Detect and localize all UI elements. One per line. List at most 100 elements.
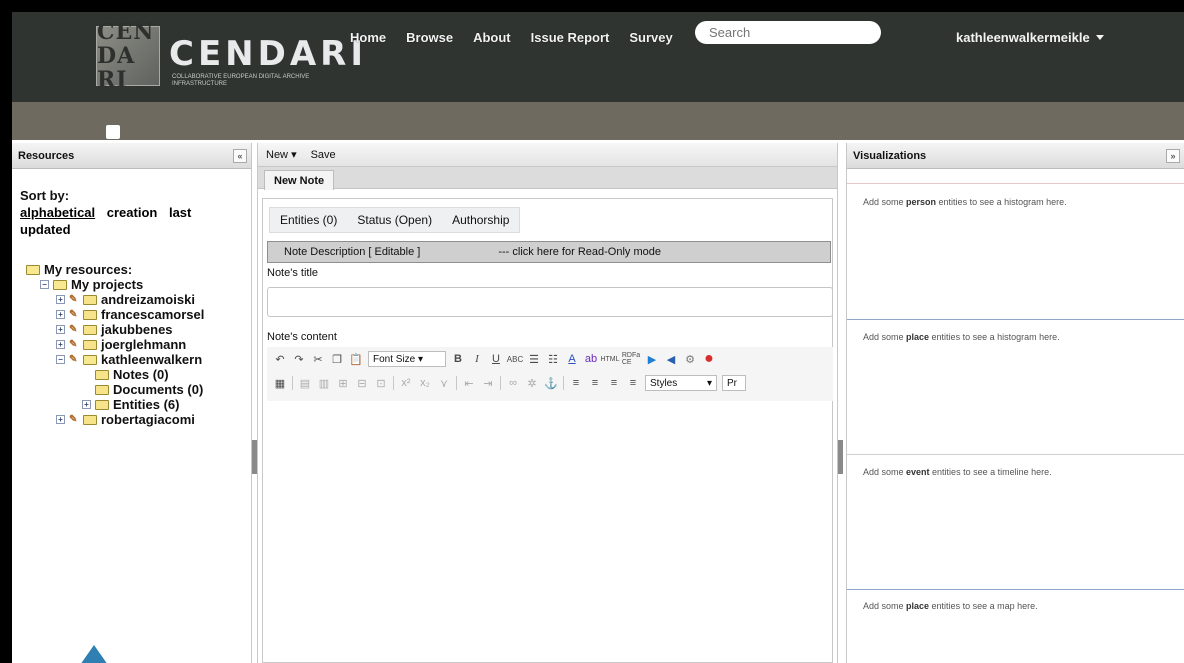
table-col-icon[interactable]: ▥ bbox=[317, 376, 331, 390]
note-title-input[interactable] bbox=[267, 287, 833, 317]
outdent-icon[interactable]: ⇤ bbox=[462, 376, 476, 390]
redo-icon[interactable]: ↷ bbox=[292, 352, 306, 366]
collapse-right-button[interactable]: » bbox=[1166, 148, 1180, 163]
expand-node-icon[interactable]: + bbox=[56, 295, 65, 304]
nav-about[interactable]: About bbox=[473, 30, 511, 45]
separator bbox=[292, 376, 293, 390]
anchor-icon[interactable]: ⚓ bbox=[544, 376, 558, 390]
paste-icon[interactable]: 📋 bbox=[349, 352, 363, 366]
tree-item[interactable]: + ✎ andreizamoiski bbox=[26, 292, 251, 307]
tab-authorship[interactable]: Authorship bbox=[442, 208, 519, 232]
visualizations-panel: Visualizations » Add some person entitie… bbox=[846, 143, 1184, 663]
expand-node-icon[interactable]: + bbox=[56, 310, 65, 319]
expand-node-icon[interactable]: + bbox=[82, 400, 91, 409]
tree-root[interactable]: My resources: bbox=[26, 262, 251, 277]
user-menu[interactable]: kathleenwalkermeikle bbox=[956, 30, 1104, 45]
rdfa-ce-icon[interactable]: RDFa CE bbox=[622, 352, 640, 366]
strikethrough-icon[interactable]: ABC bbox=[507, 352, 523, 366]
font-size-select[interactable]: Font Size ▾ bbox=[368, 351, 446, 367]
copy-icon[interactable]: ❐ bbox=[330, 352, 344, 366]
share-icon[interactable]: ◀ bbox=[664, 352, 678, 366]
nav-browse[interactable]: Browse bbox=[406, 30, 453, 45]
html-icon[interactable]: HTML bbox=[600, 352, 619, 366]
toggle-box[interactable] bbox=[106, 125, 120, 139]
triangle-icon bbox=[80, 645, 108, 663]
search-input[interactable] bbox=[695, 21, 881, 44]
unlink-icon[interactable]: ✲ bbox=[525, 376, 539, 390]
styles-select[interactable]: Styles ▾ bbox=[645, 375, 717, 391]
undo-icon[interactable]: ↶ bbox=[273, 352, 287, 366]
merge-cells-icon[interactable]: ⊡ bbox=[374, 376, 388, 390]
cendari-logo-mark[interactable]: CEN DA RI bbox=[96, 20, 160, 92]
pencil-icon[interactable]: ✎ bbox=[69, 294, 79, 305]
sort-creation[interactable]: creation bbox=[107, 205, 158, 220]
expand-node-icon[interactable]: + bbox=[56, 340, 65, 349]
edit-table-icon[interactable]: ▦ bbox=[273, 376, 287, 390]
collapse-node-icon[interactable]: − bbox=[56, 355, 65, 364]
pencil-icon[interactable]: ✎ bbox=[69, 354, 79, 365]
sort-alphabetical[interactable]: alphabetical bbox=[20, 205, 95, 220]
tree-item[interactable]: + ✎ joerglehmann bbox=[26, 337, 251, 352]
nav-home[interactable]: Home bbox=[350, 30, 386, 45]
tree-subitem[interactable]: Documents (0) bbox=[26, 382, 251, 397]
nav-survey[interactable]: Survey bbox=[629, 30, 672, 45]
split-icon[interactable]: ⋎ bbox=[437, 376, 451, 390]
tree-item[interactable]: + ✎ francescamorsel bbox=[26, 307, 251, 322]
cut-icon[interactable]: ✂ bbox=[311, 352, 325, 366]
pencil-icon[interactable]: ✎ bbox=[69, 324, 79, 335]
gear-icon[interactable]: ⚙ bbox=[683, 352, 697, 366]
hint-text: Add some bbox=[863, 467, 907, 477]
record-icon[interactable]: ● bbox=[702, 350, 716, 367]
divider bbox=[847, 319, 1184, 320]
right-resize-handle[interactable] bbox=[838, 440, 843, 474]
justify-icon[interactable]: ≡ bbox=[626, 376, 640, 390]
bold-icon[interactable]: B bbox=[451, 352, 465, 366]
expand-node-icon[interactable]: + bbox=[56, 325, 65, 334]
align-left-icon[interactable]: ≡ bbox=[569, 376, 583, 390]
tree-item[interactable]: + ✎ jakubbenes bbox=[26, 322, 251, 337]
nav-issue-report[interactable]: Issue Report bbox=[531, 30, 610, 45]
paragraph-select[interactable]: Pr bbox=[722, 375, 746, 391]
collapse-node-icon[interactable]: − bbox=[40, 280, 49, 289]
align-right-icon[interactable]: ≡ bbox=[607, 376, 621, 390]
new-menu-button[interactable]: New ▾ bbox=[266, 148, 297, 161]
folder-icon bbox=[95, 384, 109, 395]
highlight-icon[interactable]: ab bbox=[584, 352, 598, 366]
pencil-icon[interactable]: ✎ bbox=[69, 339, 79, 350]
collapse-left-button[interactable]: « bbox=[233, 148, 247, 163]
read-only-toggle[interactable]: Note Description [ Editable ] --- click … bbox=[267, 241, 831, 263]
separator bbox=[500, 376, 501, 390]
pencil-icon[interactable]: ✎ bbox=[69, 414, 79, 425]
tree-item[interactable]: + ✎ robertagiacomi bbox=[26, 412, 251, 427]
tree-projects[interactable]: − My projects bbox=[26, 277, 251, 292]
editor-panel: New ▾ Save New Note Entities (0) Status … bbox=[257, 143, 838, 663]
subscript-icon[interactable]: x₂ bbox=[418, 376, 432, 390]
logo-text[interactable]: CENDARI bbox=[169, 34, 367, 74]
tree-subitem[interactable]: Notes (0) bbox=[26, 367, 251, 382]
secondary-bar bbox=[12, 102, 1184, 140]
insert-row-icon[interactable]: ⊞ bbox=[336, 376, 350, 390]
note-subtabs: Entities (0) Status (Open) Authorship bbox=[269, 207, 521, 233]
tree-item[interactable]: − ✎ kathleenwalkern bbox=[26, 352, 251, 367]
italic-icon[interactable]: I bbox=[470, 352, 484, 366]
table-row-icon[interactable]: ▤ bbox=[298, 376, 312, 390]
font-color-icon[interactable]: A bbox=[565, 352, 579, 366]
play-icon[interactable]: ▶ bbox=[645, 352, 659, 366]
indent-icon[interactable]: ⇥ bbox=[481, 376, 495, 390]
tab-entities[interactable]: Entities (0) bbox=[270, 208, 347, 232]
superscript-icon[interactable]: x² bbox=[399, 376, 413, 390]
tree-subitem[interactable]: + Entities (6) bbox=[26, 397, 251, 412]
bullet-list-icon[interactable]: ☰ bbox=[527, 352, 541, 366]
numbered-list-icon[interactable]: ☷ bbox=[546, 352, 560, 366]
align-center-icon[interactable]: ≡ bbox=[588, 376, 602, 390]
tab-status[interactable]: Status (Open) bbox=[347, 208, 442, 232]
delete-row-icon[interactable]: ⊟ bbox=[355, 376, 369, 390]
tree-item-label: kathleenwalkern bbox=[101, 352, 203, 367]
separator bbox=[456, 376, 457, 390]
tab-new-note[interactable]: New Note bbox=[264, 170, 335, 190]
expand-node-icon[interactable]: + bbox=[56, 415, 65, 424]
pencil-icon[interactable]: ✎ bbox=[69, 309, 79, 320]
save-button[interactable]: Save bbox=[311, 149, 336, 161]
link-icon[interactable]: ∞ bbox=[506, 376, 520, 390]
underline-icon[interactable]: U bbox=[489, 352, 503, 366]
